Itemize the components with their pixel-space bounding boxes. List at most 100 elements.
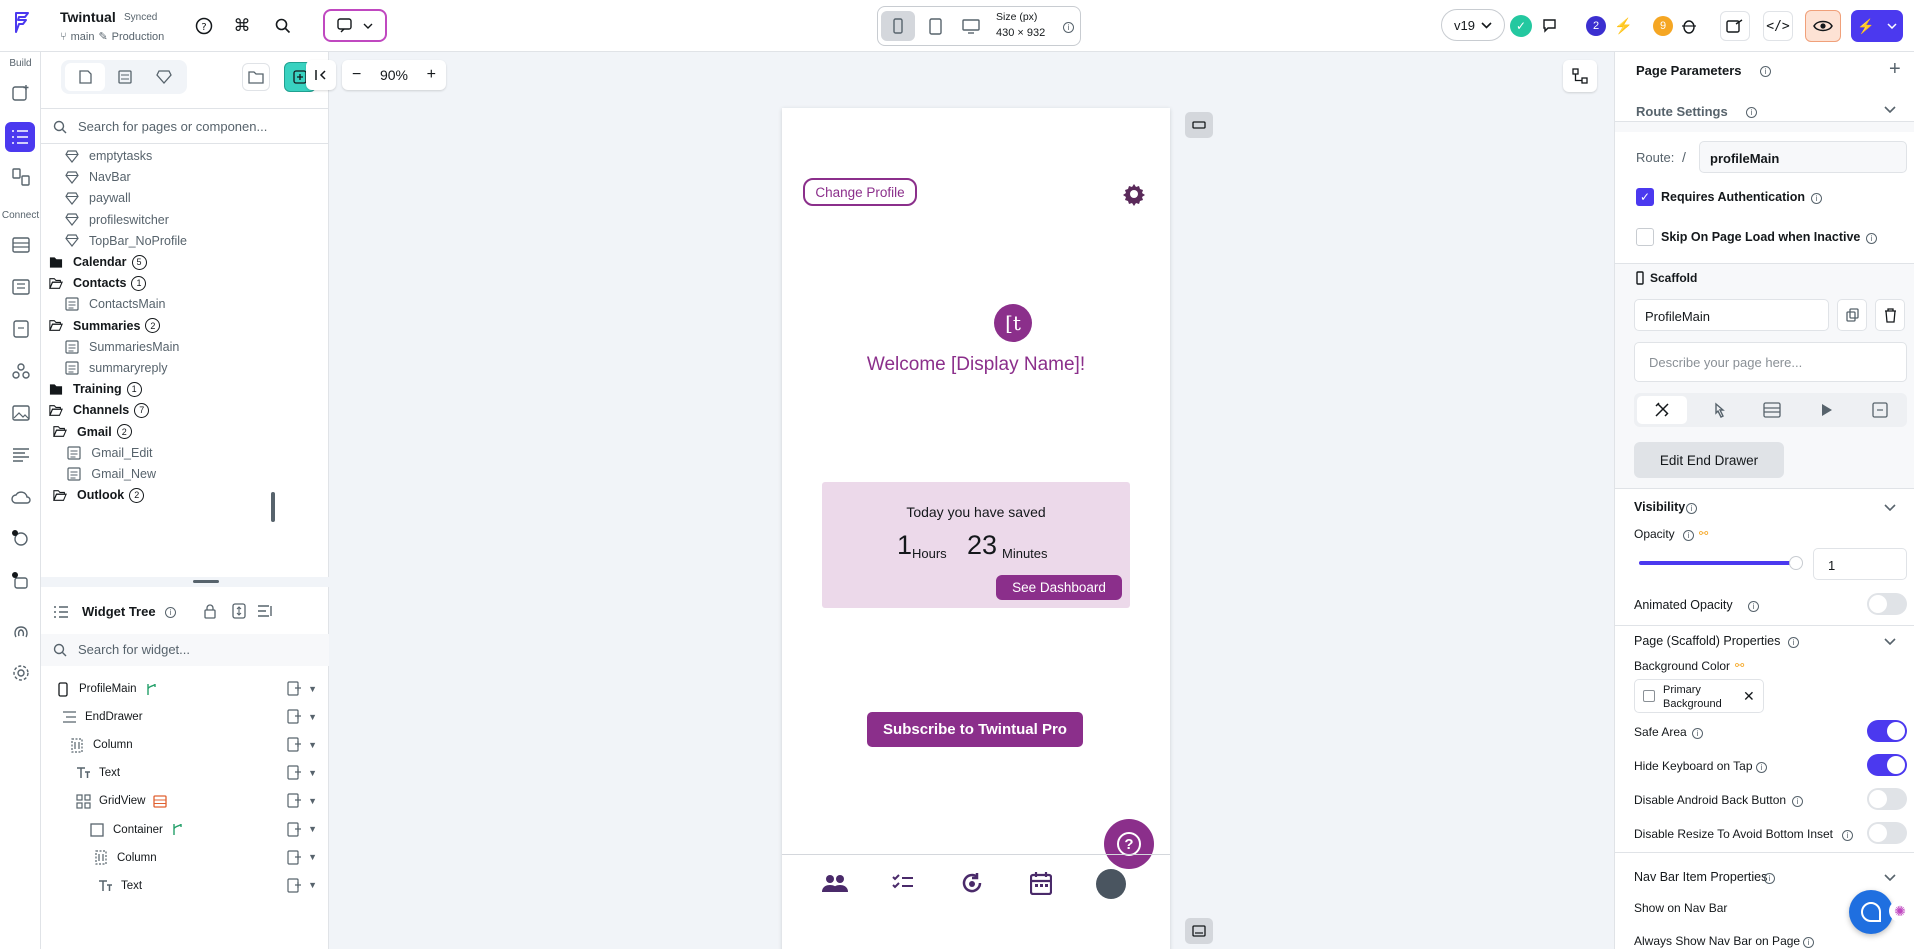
widget-name-input[interactable]: ProfileMain [1634,299,1829,331]
set-from-variable-icon[interactable]: ⚯ [1735,659,1744,672]
animations-tab-icon[interactable] [1802,396,1852,424]
cloud-functions-icon[interactable] [8,484,34,510]
backend-query-tab-icon[interactable] [1747,396,1797,424]
media-assets-icon[interactable] [8,400,34,426]
widget-tree-row[interactable]: GridView ▼ [41,788,329,814]
tasks-nav-icon[interactable] [892,873,914,893]
code-icon[interactable]: </> [1763,11,1793,41]
page-item[interactable]: Gmail_New [67,464,156,484]
add-child-icon[interactable] [287,849,302,865]
widget-tree-row[interactable]: Container ▼ [41,817,329,843]
robot-icon[interactable] [8,568,34,594]
zoom-in-button[interactable]: + [427,66,436,84]
widget-tree-row[interactable]: EndDrawer ▼ [41,704,329,730]
chevron-down-icon[interactable] [1884,638,1896,645]
widget-tree-row[interactable]: Column ▼ [41,845,329,871]
new-folder-icon[interactable] [242,63,270,91]
branch-info[interactable]: ⑂ main ✎ Production [60,30,164,44]
folder-item[interactable]: Summaries 2 [49,316,161,336]
theme-icon[interactable] [8,442,34,468]
tablet-device-icon[interactable] [920,11,950,41]
mobile-device-icon[interactable] [881,11,915,41]
twin-nav-icon[interactable] [960,871,984,895]
chevron-down-icon[interactable] [1884,504,1896,511]
status-group[interactable]: ✓ [1510,12,1582,40]
more-caret-icon[interactable]: ▼ [308,796,317,806]
disable-back-toggle[interactable] [1867,788,1907,810]
layout-tree-icon[interactable] [1563,60,1597,92]
actions-tab-icon[interactable] [1694,396,1744,424]
widget-tree-row[interactable]: Text ▼ [41,760,329,786]
desktop-device-icon[interactable] [956,11,986,41]
ai-brain-icon[interactable]: ✺ [1889,900,1911,922]
widget-tree-row[interactable]: ProfileMain ▼ [41,676,329,702]
run-button[interactable]: ⚡ [1851,10,1903,42]
widget-tree-row[interactable]: Column ▼ [41,732,329,758]
add-child-icon[interactable] [287,709,302,724]
app-state-icon[interactable] [8,316,34,342]
fingerprint-icon[interactable] [8,618,34,644]
settings-gear-icon[interactable] [1122,182,1146,206]
ai-gen-dropdown[interactable] [323,9,387,42]
folder-item[interactable]: Calendar 5 [49,252,147,272]
component-item[interactable]: profileswitcher [65,210,169,230]
more-caret-icon[interactable]: ▼ [308,684,317,694]
agents-icon[interactable] [8,526,34,552]
add-child-icon[interactable] [287,878,302,893]
custom-code-icon[interactable] [8,358,34,384]
change-profile-button[interactable]: Change Profile [803,178,917,206]
page-selector-icon[interactable] [5,122,35,152]
more-caret-icon[interactable]: ▼ [308,712,317,722]
api-calls-icon[interactable] [8,274,34,300]
tree-filter-icon[interactable] [257,604,275,618]
component-item[interactable]: NavBar [65,167,131,187]
page-search-input[interactable]: Search for pages or componen... [78,119,267,134]
disable-resize-toggle[interactable] [1867,822,1907,844]
add-child-icon[interactable] [287,793,302,808]
opacity-slider[interactable] [1639,561,1795,565]
safe-area-toggle[interactable] [1867,720,1907,742]
size-value[interactable]: 430 × 932 [996,27,1045,39]
add-page-icon[interactable] [8,80,34,106]
avatar[interactable]: [t [994,304,1032,342]
folder-item[interactable]: Training 1 [49,379,142,399]
widgets-tab-icon[interactable] [145,63,183,91]
zoom-out-button[interactable]: − [352,66,361,84]
folder-item[interactable]: Outlook 2 [53,485,145,505]
expand-collapse-icon[interactable] [232,603,246,619]
widget-search-input[interactable]: Search for widget... [78,642,190,657]
horizontal-scrollbar[interactable] [41,577,329,587]
pages-tab-icon[interactable] [65,63,105,91]
skip-on-load-checkbox[interactable] [1636,228,1654,246]
calendar-nav-icon[interactable] [1030,871,1052,895]
page-item[interactable]: ContactsMain [65,294,165,314]
component-item[interactable]: emptytasks [65,146,152,166]
help-icon[interactable]: ? [189,11,219,41]
more-caret-icon[interactable]: ▼ [308,740,317,750]
profile-nav-avatar[interactable] [1096,869,1126,899]
properties-tab-icon[interactable] [1637,396,1687,424]
flutterflow-logo-icon[interactable] [10,10,34,34]
clear-icon[interactable]: ✕ [1743,688,1755,705]
copy-icon[interactable] [1837,299,1867,331]
project-name[interactable]: Twintual [60,9,116,25]
subscribe-button[interactable]: Subscribe to Twintual Pro [867,712,1083,747]
storyboard-icon[interactable] [8,164,34,190]
share-icon[interactable] [1720,11,1750,41]
components-tab-icon[interactable] [107,63,143,91]
background-color-picker[interactable]: Primary Background ✕ [1634,679,1764,713]
add-child-icon[interactable] [287,681,302,696]
panel-resize-handle[interactable] [271,492,275,522]
chevron-down-icon[interactable] [1884,106,1896,113]
add-parameter-button[interactable]: + [1889,58,1901,81]
folder-item[interactable]: Gmail 2 [53,422,132,442]
add-child-icon[interactable] [287,821,302,837]
lock-icon[interactable] [204,604,216,619]
search-icon[interactable] [268,11,298,41]
more-caret-icon[interactable]: ▼ [308,852,317,862]
delete-icon[interactable] [1875,299,1905,331]
folder-item[interactable]: Contacts 1 [49,273,147,293]
more-caret-icon[interactable]: ▼ [308,880,317,890]
warnings-group[interactable]: 9 [1653,12,1713,40]
edit-end-drawer-button[interactable]: Edit End Drawer [1634,442,1784,478]
